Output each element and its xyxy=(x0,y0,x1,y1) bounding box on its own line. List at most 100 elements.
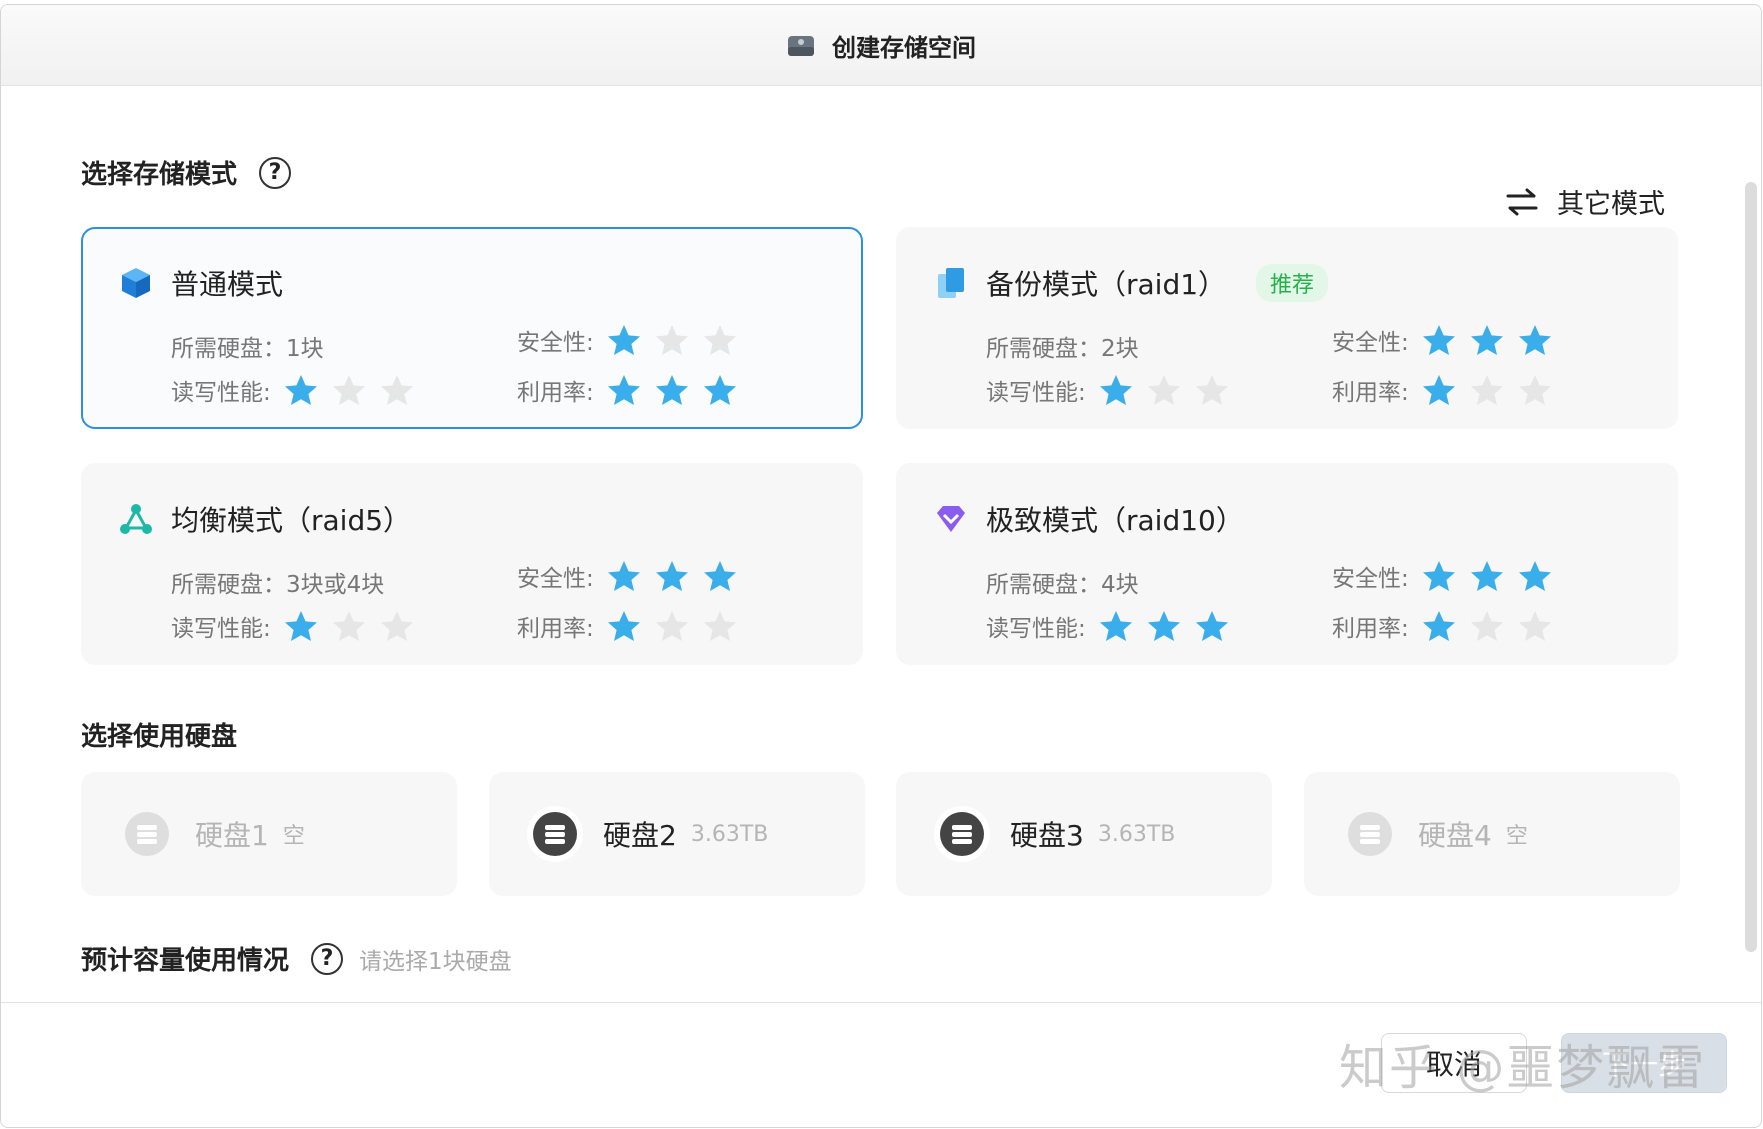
required-disks-value: 4块 xyxy=(1101,572,1139,598)
performance-label: 读写性能: xyxy=(986,616,1086,642)
performance-label: 读写性能: xyxy=(171,616,271,642)
required-disks: 所需硬盘： 3块或4块 xyxy=(171,565,384,599)
usage-rating: 利用率: xyxy=(517,373,738,407)
required-disks-value: 3块或4块 xyxy=(286,572,385,598)
disk-size: 3.63TB xyxy=(1097,821,1176,847)
other-mode-label: 其它模式 xyxy=(1557,189,1665,220)
hard-drive-icon xyxy=(788,36,814,56)
star-empty-icon xyxy=(1518,375,1551,405)
required-disks: 所需硬盘： 2块 xyxy=(986,329,1139,363)
mode-card-raid10[interactable]: 极致模式（raid10） 所需硬盘： 4块 安全性: 读写性能: 利用率: xyxy=(896,463,1678,665)
capacity-heading: 预计容量使用情况 ? 请选择1块硬盘 xyxy=(81,940,512,977)
disk-name: 硬盘4 xyxy=(1418,819,1492,852)
star-filled-icon xyxy=(1422,611,1455,641)
disk-size: 空 xyxy=(1505,824,1528,849)
disk-selection-heading: 选择使用硬盘 xyxy=(81,716,237,753)
safety-label: 安全性: xyxy=(517,330,594,356)
safety-stars xyxy=(1421,559,1553,593)
disk-name: 硬盘2 xyxy=(603,819,677,852)
mode-name: 普通模式 xyxy=(171,268,284,301)
safety-stars xyxy=(606,559,738,593)
mode-card-raid5[interactable]: 均衡模式（raid5） 所需硬盘： 3块或4块 安全性: 读写性能: 利用率: xyxy=(81,463,863,665)
performance-rating: 读写性能: xyxy=(171,609,415,643)
safety-stars xyxy=(606,323,738,357)
usage-stars xyxy=(1421,373,1553,407)
mode-card-raid1[interactable]: 备份模式（raid1） 推荐 所需硬盘： 2块 安全性: 读写性能: 利用率: xyxy=(896,227,1678,429)
safety-rating: 安全性: xyxy=(1332,559,1553,593)
network-icon xyxy=(120,504,152,534)
star-filled-icon xyxy=(1099,611,1132,641)
usage-rating: 利用率: xyxy=(517,609,738,643)
mode-name: 均衡模式（raid5） xyxy=(171,504,412,537)
star-empty-icon xyxy=(655,325,688,355)
star-filled-icon xyxy=(655,375,688,405)
help-icon[interactable]: ? xyxy=(259,156,292,189)
capacity-hint: 请选择1块硬盘 xyxy=(359,948,512,975)
star-empty-icon xyxy=(1470,375,1503,405)
disk-card-4[interactable]: 硬盘4 空 xyxy=(1304,772,1680,896)
star-filled-icon xyxy=(1422,325,1455,355)
performance-label: 读写性能: xyxy=(171,380,271,406)
disk-card-2[interactable]: 硬盘2 3.63TB xyxy=(489,772,865,896)
star-filled-icon xyxy=(607,325,640,355)
usage-label: 利用率: xyxy=(517,616,594,642)
safety-label: 安全性: xyxy=(1332,330,1409,356)
scrollbar[interactable] xyxy=(1745,182,1757,952)
disk-size: 3.63TB xyxy=(690,821,769,847)
help-icon[interactable]: ? xyxy=(311,942,344,975)
star-filled-icon xyxy=(1099,375,1132,405)
performance-rating: 读写性能: xyxy=(986,373,1230,407)
star-empty-icon xyxy=(380,611,413,641)
mode-name: 备份模式（raid1） xyxy=(986,268,1227,301)
safety-rating: 安全性: xyxy=(517,323,738,357)
required-disks-label: 所需硬盘： xyxy=(986,336,1101,362)
usage-stars xyxy=(606,373,738,407)
star-filled-icon xyxy=(607,375,640,405)
star-filled-icon xyxy=(703,375,736,405)
star-empty-icon xyxy=(1195,375,1228,405)
usage-stars xyxy=(1421,609,1553,643)
star-empty-icon xyxy=(1470,611,1503,641)
usage-stars xyxy=(606,609,738,643)
required-disks-value: 1块 xyxy=(286,336,324,362)
star-filled-icon xyxy=(1518,325,1551,355)
usage-label: 利用率: xyxy=(1332,380,1409,406)
performance-rating: 读写性能: xyxy=(986,609,1230,643)
cancel-button[interactable]: 取消 xyxy=(1381,1033,1527,1093)
required-disks-label: 所需硬盘： xyxy=(986,572,1101,598)
star-empty-icon xyxy=(703,611,736,641)
other-mode-button[interactable]: 其它模式 xyxy=(1505,182,1665,221)
required-disks-label: 所需硬盘： xyxy=(171,572,286,598)
disk-icon xyxy=(533,812,577,856)
swap-icon xyxy=(1506,188,1538,215)
star-empty-icon xyxy=(1147,375,1180,405)
star-filled-icon xyxy=(1518,561,1551,591)
required-disks-label: 所需硬盘： xyxy=(171,336,286,362)
performance-rating: 读写性能: xyxy=(171,373,415,407)
star-filled-icon xyxy=(284,611,317,641)
disk-card-3[interactable]: 硬盘3 3.63TB xyxy=(896,772,1272,896)
performance-stars xyxy=(1098,609,1230,643)
disk-name: 硬盘3 xyxy=(1010,819,1084,852)
storage-mode-heading-text: 选择存储模式 xyxy=(81,160,238,190)
mode-name: 极致模式（raid10） xyxy=(986,504,1244,537)
capacity-heading-text: 预计容量使用情况 xyxy=(81,946,290,976)
copy-icon xyxy=(938,268,964,298)
disk-icon xyxy=(940,812,984,856)
star-filled-icon xyxy=(284,375,317,405)
disk-size: 空 xyxy=(282,824,305,849)
mode-card-normal[interactable]: 普通模式 所需硬盘： 1块 安全性: 读写性能: 利用率: xyxy=(81,227,863,429)
disk-card-1[interactable]: 硬盘1 空 xyxy=(81,772,457,896)
star-empty-icon xyxy=(332,611,365,641)
star-filled-icon xyxy=(1195,611,1228,641)
dialog-content[interactable]: 选择存储模式 ? 其它模式 普通模式 所需硬盘： 1块 安全性: 读写性能: 利… xyxy=(1,86,1761,1001)
disk-name: 硬盘1 xyxy=(195,819,269,852)
performance-label: 读写性能: xyxy=(986,380,1086,406)
disk-selection-heading-text: 选择使用硬盘 xyxy=(81,722,238,752)
safety-label: 安全性: xyxy=(517,566,594,592)
performance-stars xyxy=(1098,373,1230,407)
usage-rating: 利用率: xyxy=(1332,373,1553,407)
recommended-badge: 推荐 xyxy=(1256,264,1329,302)
next-button[interactable]: 下一步 xyxy=(1561,1033,1727,1093)
required-disks: 所需硬盘： 1块 xyxy=(171,329,324,363)
